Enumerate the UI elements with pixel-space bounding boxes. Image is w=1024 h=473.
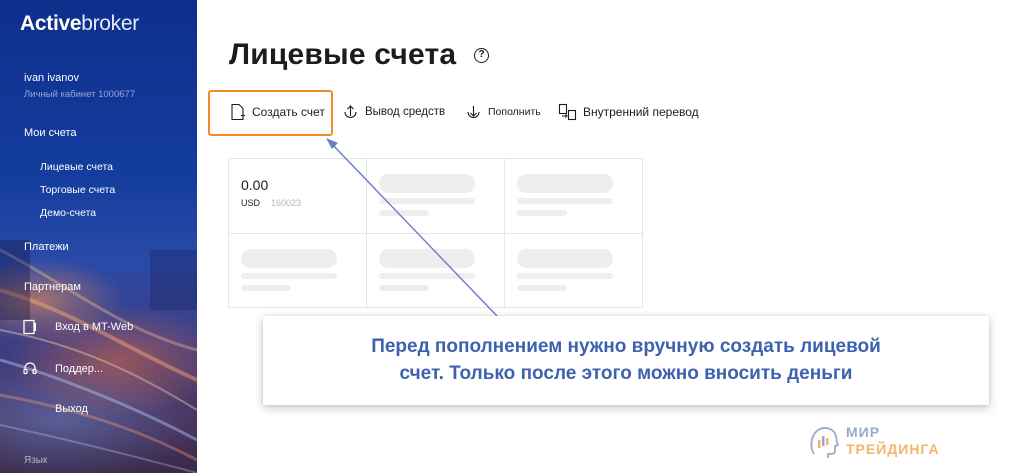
annotation-callout: Перед пополнением нужно вручную создать … (263, 316, 989, 405)
transfer-icon (558, 103, 577, 121)
sidebar-background-image (0, 240, 197, 473)
sidebar-subitem-demo-accounts[interactable]: Демо-счета (40, 207, 96, 219)
account-card-placeholder (505, 159, 644, 234)
create-account-label: Создать счет (252, 105, 325, 119)
account-currency: USD (241, 198, 261, 208)
cabinet-number: Личный кабинет 1000677 (24, 89, 136, 100)
head-chart-icon (810, 427, 840, 458)
help-icon[interactable]: ? (474, 48, 489, 63)
callout-text: Перед пополнением нужно вручную создать … (371, 336, 881, 384)
sidebar-subitem-personal-accounts[interactable]: Лицевые счета (40, 161, 113, 173)
withdraw-label: Вывод средств (365, 106, 446, 118)
brand-logo[interactable]: Activebroker (20, 12, 139, 36)
sidebar-item-mt-web[interactable]: Вход в MT-Web (55, 321, 133, 333)
account-card-placeholder (367, 159, 505, 234)
watermark-logo: МИР ТРЕЙДИНГА (806, 422, 956, 462)
account-balance: 0.00 (241, 177, 269, 193)
new-document-icon (231, 103, 245, 121)
sidebar: Activebroker ivan ivanov Личный кабинет … (0, 0, 197, 473)
account-number: 160023 (271, 198, 302, 208)
deposit-label: Пополнить (488, 106, 541, 118)
account-card-placeholder (367, 234, 505, 309)
headset-icon (23, 362, 37, 375)
sidebar-subitem-trading-accounts[interactable]: Торговые счета (40, 184, 115, 196)
sidebar-item-partners[interactable]: Партнерам (24, 281, 81, 293)
sidebar-item-my-accounts[interactable]: Мои счета (24, 127, 77, 139)
create-account-button[interactable]: Создать счет (230, 100, 325, 124)
account-card-placeholder (505, 234, 644, 309)
sidebar-item-logout[interactable]: Выход (55, 403, 88, 415)
user-name: ivan ivanov (24, 72, 80, 84)
mt-web-icon (23, 319, 36, 335)
deposit-button[interactable]: Пополнить (465, 100, 541, 124)
language-selector[interactable]: Язык (24, 455, 47, 466)
sidebar-item-support[interactable]: Поддер... (55, 363, 103, 375)
sidebar-item-payments[interactable]: Платежи (24, 241, 69, 253)
accounts-grid: 0.00 USD 160023 (228, 158, 644, 309)
withdraw-button[interactable]: Вывод средств (342, 100, 445, 124)
account-card-placeholder (229, 234, 367, 309)
account-card[interactable]: 0.00 USD 160023 (229, 159, 367, 234)
internal-transfer-label: Внутренний перевод (583, 105, 699, 119)
page-title: Лицевые счета (229, 38, 457, 71)
internal-transfer-button[interactable]: Внутренний перевод (558, 100, 699, 124)
arrow-up-circle-icon (344, 104, 357, 118)
arrow-down-circle-icon (467, 105, 480, 118)
